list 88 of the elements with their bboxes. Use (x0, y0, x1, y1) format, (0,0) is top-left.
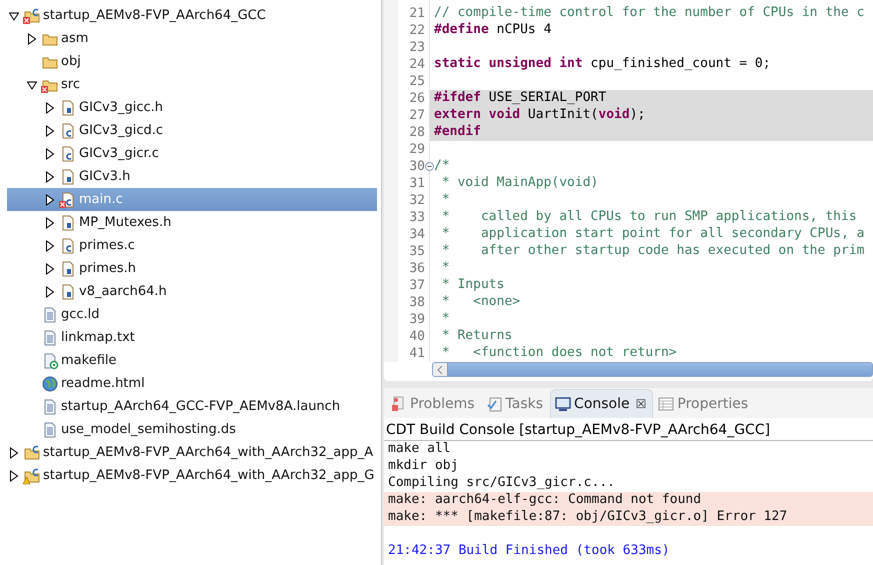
code-line: #define nCPUs 4 (433, 22, 552, 39)
tree-item[interactable]: startup_AArch64_GCC-FVP_AEMv8A.launch (7, 395, 377, 418)
tree-item[interactable]: startup_AEMv8-FVP_AArch64_GCC (7, 4, 377, 27)
code-line: * Returns (440, 328, 514, 345)
line-number: 28 (409, 125, 425, 140)
tree-item[interactable]: startup_AEMv8-FVP_AArch64_with_AArch32_app_G (7, 464, 377, 487)
tree-item[interactable]: readme.html (7, 372, 377, 395)
view-tab[interactable]: Problems (386, 389, 482, 418)
tree-item[interactable]: asm (7, 27, 377, 50)
tree-item[interactable]: gcc.ld (7, 303, 377, 326)
line-number: 37 (409, 278, 425, 293)
code-line: * (440, 260, 451, 277)
line-number: 41 (409, 346, 425, 361)
code-line: * application start point for all secondary CPUs, a (440, 226, 866, 243)
line-number: 27 (409, 108, 425, 123)
collapse-icon[interactable] (9, 10, 19, 22)
line-number: 33 (409, 210, 425, 225)
view-tab[interactable]: Properties (653, 389, 756, 418)
tree-item[interactable]: v8_aarch64.h (7, 280, 377, 303)
code-line: * (440, 311, 451, 328)
globe-icon (41, 374, 59, 392)
tree-item[interactable]: GICv3_gicd.c (7, 119, 377, 142)
line-number: 35 (409, 244, 425, 259)
expand-icon[interactable] (45, 240, 55, 252)
tree-item[interactable]: GICv3.h (7, 165, 377, 188)
line-number: 36 (409, 261, 425, 276)
expand-icon[interactable] (27, 32, 37, 44)
line-number: 29 (409, 142, 425, 157)
collapse-icon[interactable] (27, 78, 37, 90)
fold-icon[interactable] (425, 162, 434, 171)
tree-item[interactable]: GICv3_gicr.c (7, 142, 377, 165)
console-title: CDT Build Console [startup_AEMv8-FVP_AArch64_GCC] (384, 418, 873, 441)
expand-icon[interactable] (9, 470, 19, 482)
line-number: 34 (409, 227, 425, 242)
code-line: /* (433, 158, 451, 175)
status-line: 21:42:37 Build Finished (took 633ms) (387, 543, 671, 560)
expand-icon[interactable] (9, 446, 19, 458)
tree-item[interactable]: linkmap.txt (7, 326, 377, 349)
expand-icon[interactable] (45, 262, 55, 274)
code-line: // compile-time control for the number of CPUs in the c (433, 5, 866, 22)
console-line: mkdir obj (387, 458, 460, 475)
horizontal-scrollbar[interactable] (432, 362, 873, 377)
line-number: 32 (409, 193, 425, 208)
tree-item[interactable]: GICv3_gicc.h (7, 96, 377, 119)
code-line: static unsigned int cpu_finished_count = 0; (433, 56, 772, 73)
code-line: * (440, 192, 451, 209)
properties-icon (658, 396, 674, 412)
expand-icon[interactable] (45, 148, 55, 160)
expand-icon[interactable] (45, 194, 55, 206)
expand-icon[interactable] (45, 170, 55, 182)
line-number: 23 (409, 40, 425, 55)
line-number: 38 (409, 295, 425, 310)
scroll-left-icon[interactable] (437, 366, 443, 374)
view-tab[interactable]: Console ☒ (550, 389, 654, 418)
tree-item[interactable]: src (7, 73, 377, 96)
expand-icon[interactable] (45, 102, 55, 114)
line-number: 25 (409, 74, 425, 89)
expand-icon[interactable] (45, 124, 55, 136)
project-folder-icon (23, 444, 41, 462)
line-number: 21 (409, 6, 425, 21)
tree-item[interactable]: MP_Mutexes.h (7, 211, 377, 234)
code-line: * called by all CPUs to run SMP applications, this (440, 209, 858, 226)
code-line: * Inputs (440, 277, 506, 294)
line-number: 31 (409, 176, 425, 191)
tree-item[interactable]: obj (7, 50, 377, 73)
line-number: 39 (409, 312, 425, 327)
view-tab[interactable]: Tasks (482, 389, 550, 418)
line-number: 24 (409, 57, 425, 72)
tasks-icon (486, 396, 503, 412)
console-icon (555, 396, 572, 412)
tree-item[interactable]: primes.h (7, 257, 377, 280)
line-number: 30 (409, 159, 425, 174)
code-line: * void MainApp(void) (440, 175, 600, 192)
code-line: * <function does not return> (440, 345, 678, 362)
console-line: make all (387, 441, 452, 458)
code-line: * <none> (440, 294, 522, 311)
tree-item[interactable]: primes.c (7, 234, 377, 257)
line-number: 22 (409, 23, 425, 38)
line-number: 40 (409, 329, 425, 344)
code-line: * after other startup code has executed on the prim (440, 243, 866, 260)
expand-icon[interactable] (45, 216, 55, 228)
tree-item[interactable]: use_model_semihosting.ds (7, 418, 377, 441)
expand-icon[interactable] (45, 286, 55, 298)
line-number: 26 (409, 91, 425, 106)
console-line: Compiling src/GICv3_gicr.c... (387, 475, 616, 492)
tree-item[interactable]: startup_AEMv8-FVP_AArch64_with_AArch32_app_A (7, 441, 377, 464)
tree-item[interactable]: makefile (7, 349, 377, 372)
close-icon[interactable]: ☒ (636, 397, 646, 411)
